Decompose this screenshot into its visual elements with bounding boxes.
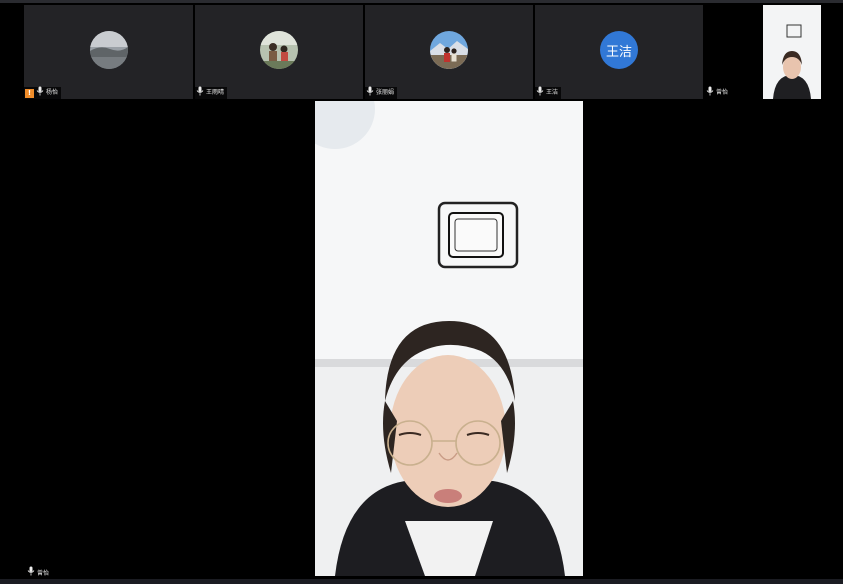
landscape-avatar-icon [90,31,128,69]
microphone-icon [27,566,35,578]
participant-video-thumbnail [763,5,821,99]
participant-name-tag: 曾怡 [705,86,732,100]
participant-name: 张丽娟 [376,89,395,96]
microphone-icon [196,86,204,100]
active-speaker-name: 曾怡 [37,569,50,577]
participant-name-tag: ! 杨怡 [24,86,62,100]
participant-name-tag: 张丽娟 [365,86,398,100]
family-photo-avatar-icon [260,31,298,69]
participant-tile[interactable]: ! 杨怡 [24,5,193,99]
participant-tile[interactable]: 王雨晴 [195,5,363,99]
participant-name: 王洁 [546,89,559,96]
participant-name: 曾怡 [716,89,729,96]
participant-tile-video[interactable]: 曾怡 [705,5,843,99]
speaker-video-frame [315,101,583,576]
active-speaker-video[interactable] [315,101,583,576]
participant-strip: ! 杨怡 王雨晴 张丽娟 王洁 王洁 曾怡 [0,3,843,99]
travel-photo-avatar-icon [430,31,468,69]
participant-name: 杨怡 [46,89,59,96]
warning-icon: ! [25,88,34,98]
initial-avatar: 王洁 [600,31,638,69]
window-bottom-frame [0,579,843,584]
participant-name: 王雨晴 [206,89,225,96]
participant-name-tag: 王雨晴 [195,86,228,100]
microphone-icon [36,86,44,100]
microphone-icon [706,86,714,100]
participant-tile[interactable]: 张丽娟 [365,5,533,99]
participant-name-tag: 王洁 [535,86,562,100]
active-speaker-name-tag: 曾怡 [24,566,53,578]
participant-tile[interactable]: 王洁 王洁 [535,5,703,99]
microphone-icon [536,86,544,100]
microphone-icon [366,86,374,100]
